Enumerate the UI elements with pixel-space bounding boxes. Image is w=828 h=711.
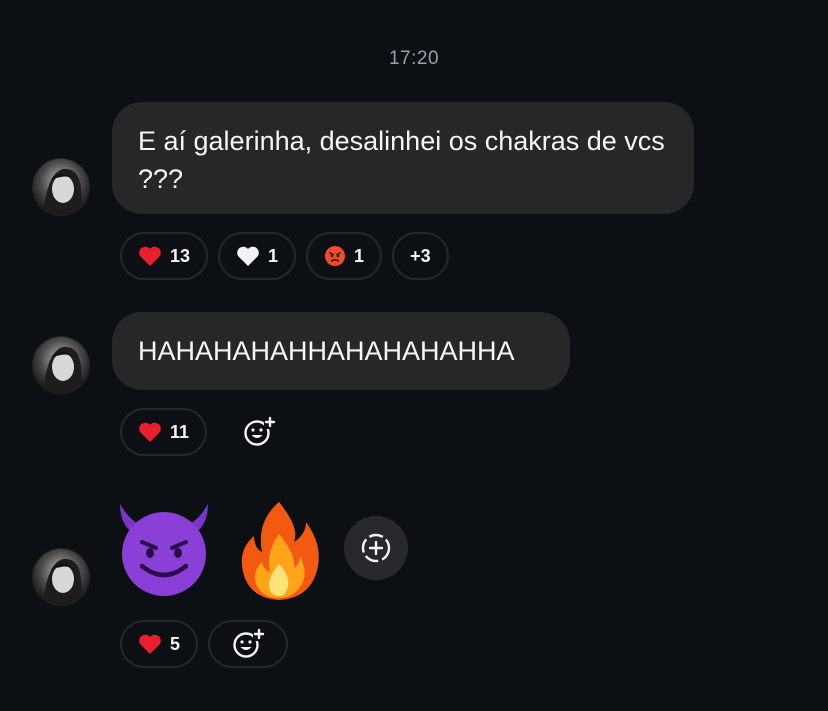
reaction-chip-white-heart[interactable]: 1 [218,232,297,280]
add-reaction-circle-button[interactable] [344,516,408,580]
reaction-bar: 11 [120,408,283,456]
red-heart-icon [138,245,162,267]
avatar[interactable] [32,548,90,606]
reaction-bar: 5 [120,620,289,668]
white-heart-icon [236,245,260,267]
message-bubble[interactable]: E aí galerinha, desalinhei os chakras de… [112,102,694,214]
reaction-chip-red-heart[interactable]: 11 [120,408,208,456]
emoji-message[interactable] [112,498,322,602]
reaction-bar: 13 1 1 +3 [120,232,449,280]
avatar[interactable] [32,336,90,394]
dashed-add-icon [361,533,391,563]
red-heart-icon [138,633,162,655]
fire-emoji [241,502,319,600]
smiling-devil-emoji [120,504,208,596]
reaction-count: 13 [170,245,191,266]
add-reaction-icon [244,416,277,446]
reaction-count: 11 [170,421,190,442]
red-heart-icon [138,421,162,443]
angry-face-icon [324,245,346,267]
add-reaction-button[interactable] [208,620,289,668]
add-reaction-icon [233,628,266,658]
avatar-photo-icon [33,549,89,605]
reaction-count: 1 [268,245,279,266]
reaction-chip-angry-face[interactable]: 1 [306,232,383,280]
avatar-photo-icon [33,159,89,215]
reaction-more-count: +3 [410,245,431,266]
add-reaction-button[interactable] [235,408,283,456]
avatar-photo-icon [33,337,89,393]
message-bubble[interactable]: HAHAHAHAHHAHAHAHAHHA [112,312,570,390]
reaction-count: 1 [354,245,365,266]
reaction-chip-red-heart[interactable]: 13 [120,232,209,280]
avatar[interactable] [32,158,90,216]
reaction-chip-more[interactable]: +3 [392,232,449,280]
reaction-count: 5 [170,633,181,654]
timestamp: 17:20 [388,48,440,69]
message-text: HAHAHAHAHHAHAHAHAHHA [138,336,515,366]
reaction-chip-red-heart[interactable]: 5 [120,620,199,668]
message-text: E aí galerinha, desalinhei os chakras de… [138,126,665,194]
